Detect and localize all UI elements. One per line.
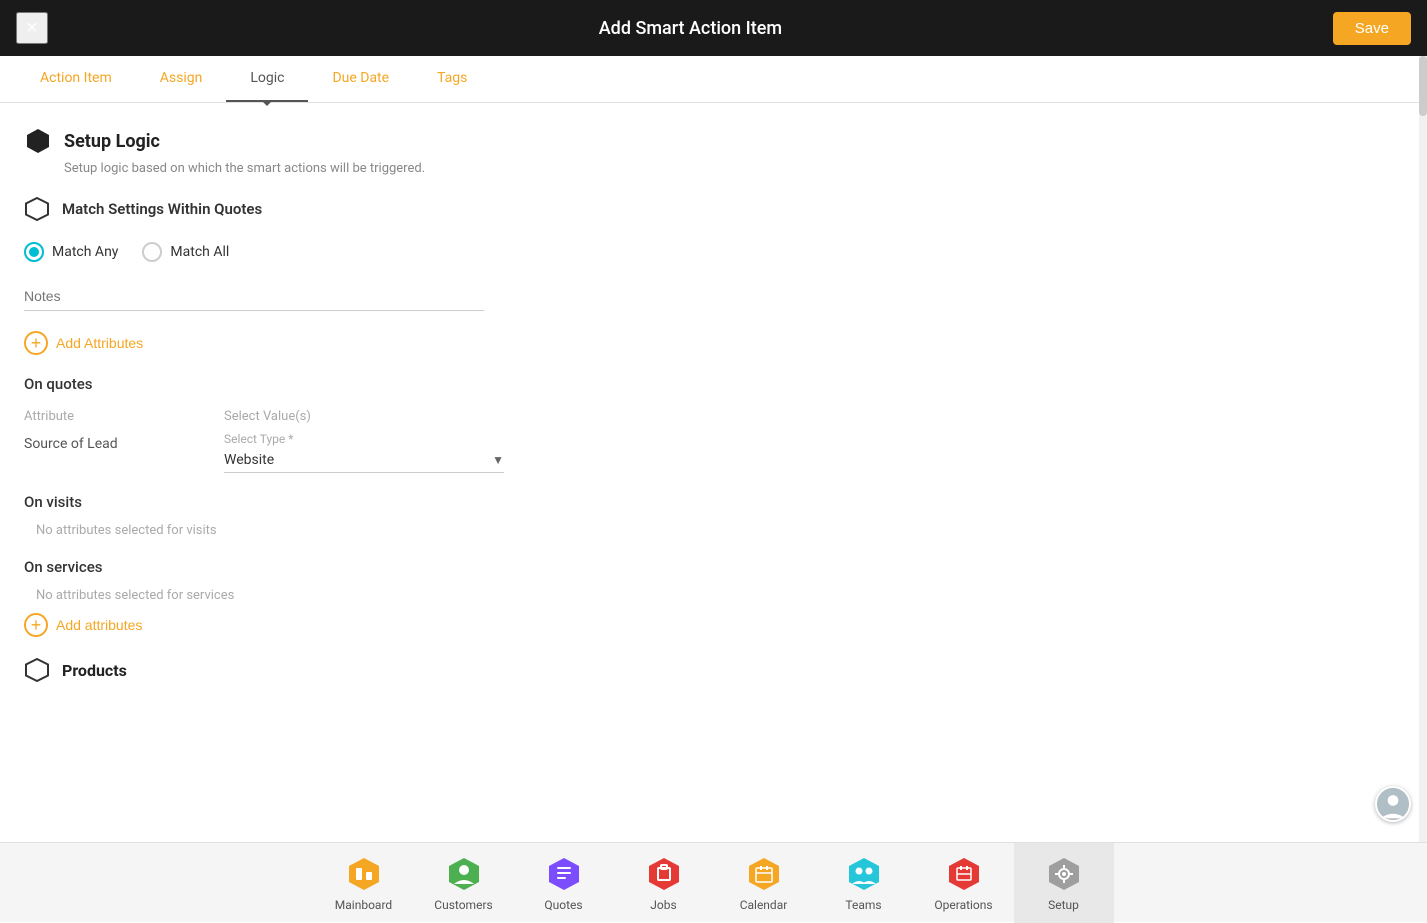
nav-item-customers[interactable]: Customers	[414, 843, 514, 923]
on-services-label: On services	[24, 558, 1403, 576]
on-visits-section: On visits No attributes selected for vis…	[24, 493, 1403, 538]
match-any-radio-circle	[24, 242, 44, 262]
jobs-icon	[644, 854, 684, 894]
products-icon	[24, 657, 50, 683]
attr-header-row: Attribute Select Value(s)	[24, 405, 504, 428]
attribute-column-header: Attribute	[24, 405, 224, 428]
select-type-value: Website	[224, 452, 274, 468]
match-settings-icon	[24, 196, 50, 222]
no-services-attributes: No attributes selected for services	[36, 588, 1403, 603]
setup-nav-icon	[1044, 854, 1084, 894]
quotes-icon	[544, 854, 584, 894]
add-attributes-label-2: Add attributes	[56, 617, 142, 633]
setup-logic-title: Setup Logic	[64, 131, 160, 152]
tabs-bar: Action Item Assign Logic Due Date Tags	[0, 56, 1427, 103]
select-values-column-header: Select Value(s)	[224, 405, 504, 428]
match-any-label: Match Any	[52, 244, 118, 260]
match-any-radio[interactable]: Match Any	[24, 242, 118, 262]
match-all-radio[interactable]: Match All	[142, 242, 229, 262]
no-visits-attributes: No attributes selected for visits	[36, 523, 1403, 538]
add-circle-icon: +	[24, 331, 48, 355]
calendar-label: Calendar	[740, 898, 788, 912]
attr-data-row: Source of Lead Select Type * Website ▼	[24, 432, 504, 473]
scrollbar-thumb[interactable]	[1419, 56, 1427, 116]
avatar-icon	[1377, 786, 1409, 822]
main-content: Setup Logic Setup logic based on which t…	[0, 103, 1427, 842]
setup-label: Setup	[1048, 898, 1079, 912]
close-button[interactable]: ×	[16, 12, 48, 44]
source-of-lead-value: Source of Lead	[24, 432, 224, 456]
bottom-nav: Mainboard Customers Quotes Jobs	[0, 842, 1427, 922]
teams-icon	[844, 854, 884, 894]
nav-item-calendar[interactable]: Calendar	[714, 843, 814, 923]
scrollbar-track[interactable]	[1419, 56, 1427, 842]
on-quotes-label: On quotes	[24, 375, 1403, 393]
operations-label: Operations	[934, 898, 992, 912]
nav-item-teams[interactable]: Teams	[814, 843, 914, 923]
operations-icon	[944, 854, 984, 894]
header: × Add Smart Action Item Save	[0, 0, 1427, 56]
select-type-dropdown[interactable]: Website ▼	[224, 448, 504, 473]
nav-item-operations[interactable]: Operations	[914, 843, 1014, 923]
add-attributes-label: Add Attributes	[56, 335, 143, 351]
save-button[interactable]: Save	[1333, 12, 1411, 45]
tab-due-date[interactable]: Due Date	[308, 56, 413, 102]
setup-logic-icon	[24, 127, 52, 155]
products-header: Products	[24, 657, 1403, 683]
add-attributes-button[interactable]: + Add Attributes	[24, 331, 143, 355]
customers-label: Customers	[434, 898, 492, 912]
on-visits-label: On visits	[24, 493, 1403, 511]
match-radio-group: Match Any Match All	[24, 242, 1403, 262]
nav-item-mainboard[interactable]: Mainboard	[314, 843, 414, 923]
nav-item-jobs[interactable]: Jobs	[614, 843, 714, 923]
attributes-table: Attribute Select Value(s) Source of Lead…	[24, 405, 504, 473]
match-settings-title: Match Settings Within Quotes	[62, 200, 262, 218]
add-attributes-button-2[interactable]: + Add attributes	[24, 613, 142, 637]
setup-logic-header: Setup Logic	[24, 127, 1403, 155]
match-all-label: Match All	[170, 244, 229, 260]
products-section: Products	[24, 657, 1403, 683]
mainboard-label: Mainboard	[335, 898, 392, 912]
select-type-container: Select Type * Website ▼	[224, 432, 504, 473]
select-type-label: Select Type *	[224, 432, 504, 446]
avatar[interactable]	[1375, 786, 1411, 822]
teams-label: Teams	[845, 898, 881, 912]
header-title: Add Smart Action Item	[599, 18, 782, 39]
on-services-section: On services No attributes selected for s…	[24, 558, 1403, 637]
add-circle-icon-2: +	[24, 613, 48, 637]
on-quotes-section: On quotes Attribute Select Value(s) Sour…	[24, 375, 1403, 473]
tab-logic[interactable]: Logic	[226, 56, 308, 102]
dropdown-arrow-icon: ▼	[492, 453, 504, 467]
nav-item-setup[interactable]: Setup	[1014, 843, 1114, 923]
quotes-label: Quotes	[544, 898, 582, 912]
mainboard-icon	[344, 854, 384, 894]
setup-logic-subtitle: Setup logic based on which the smart act…	[64, 161, 1403, 176]
match-settings-row: Match Settings Within Quotes	[24, 196, 1403, 222]
tab-action-item[interactable]: Action Item	[16, 56, 136, 102]
jobs-label: Jobs	[650, 898, 676, 912]
match-all-radio-circle	[142, 242, 162, 262]
customers-icon	[444, 854, 484, 894]
nav-item-quotes[interactable]: Quotes	[514, 843, 614, 923]
calendar-icon	[744, 854, 784, 894]
tab-tags[interactable]: Tags	[413, 56, 491, 102]
notes-input[interactable]	[24, 282, 484, 311]
tab-assign[interactable]: Assign	[136, 56, 227, 102]
products-title: Products	[62, 661, 127, 680]
